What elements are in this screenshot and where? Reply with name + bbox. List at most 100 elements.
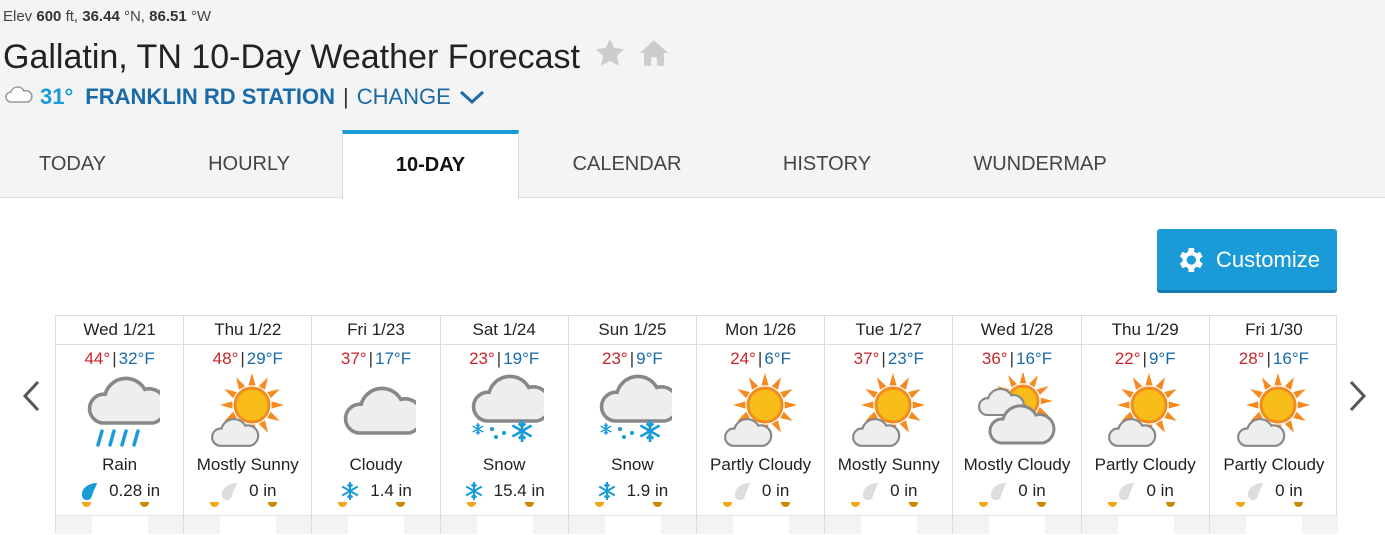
change-station-button[interactable]: CHANGE xyxy=(357,84,451,110)
gear-icon xyxy=(1174,244,1216,276)
day-high-temp: 44° xyxy=(84,349,111,368)
chevron-down-icon[interactable] xyxy=(459,89,485,105)
day-condition: Mostly Cloudy xyxy=(963,455,1071,474)
day-precip: 0 in xyxy=(825,477,952,505)
hourly-strip xyxy=(1209,515,1338,535)
day-date: Mon 1/26 xyxy=(697,316,825,345)
day-low-temp: 32°F xyxy=(118,349,155,368)
day-low-temp: 17°F xyxy=(375,349,412,368)
longitude-unit: °W xyxy=(190,8,212,25)
latitude-value: 36.44 xyxy=(82,8,120,25)
day-column[interactable]: Fri 1/23 37° | 17°F Cloudy 1.4 in xyxy=(312,316,441,535)
partly-cloudy-icon xyxy=(1210,371,1338,453)
day-precip: 0 in xyxy=(953,477,1080,505)
customize-label: Customize xyxy=(1216,246,1320,272)
day-column[interactable]: Thu 1/29 22° | 9°F Partly Cloudy 0 in xyxy=(1081,316,1210,535)
station-separator: | xyxy=(343,84,349,109)
current-temp: 31° xyxy=(40,84,74,109)
day-hi-lo: 23° | 19°F xyxy=(441,347,568,371)
day-precip: 0.28 in xyxy=(56,477,183,505)
sunset-marker xyxy=(268,502,278,507)
day-precip: 0 in xyxy=(697,477,824,505)
day-condition: Partly Cloudy xyxy=(1223,455,1325,474)
mostly-sunny-icon xyxy=(184,371,311,453)
station-name[interactable]: FRANKLIN RD STATION xyxy=(85,84,335,110)
next-arrow-icon[interactable] xyxy=(1347,378,1369,419)
hi-lo-separator: | xyxy=(1142,349,1147,368)
day-low-temp: 29°F xyxy=(246,349,283,368)
snowflake-icon xyxy=(340,481,360,501)
sunset-marker xyxy=(909,502,919,507)
hourly-strip-cell xyxy=(1117,516,1174,535)
tab-hourly[interactable]: HOURLY xyxy=(158,130,340,198)
sunrise-marker xyxy=(979,502,989,507)
hi-lo-separator: | xyxy=(496,349,502,368)
raindrop-gray-icon xyxy=(988,481,1008,501)
sunrise-marker xyxy=(1235,502,1245,507)
tab-calendar[interactable]: CALENDAR xyxy=(530,130,724,198)
day-precip-amount: 0 in xyxy=(1146,481,1174,500)
day-precip-amount: 0 in xyxy=(249,481,277,500)
day-date: Fri 1/23 xyxy=(312,316,440,345)
raindrop-gray-icon xyxy=(219,481,239,501)
day-column[interactable]: Tue 1/27 37° | 23°F Mostly Sunny 0 in xyxy=(825,316,954,535)
partly-cloudy-icon xyxy=(1082,371,1209,453)
prev-arrow-icon[interactable] xyxy=(20,378,42,419)
day-low-temp: 6°F xyxy=(764,349,791,368)
day-low-temp: 16°F xyxy=(1016,349,1053,368)
tab-10-day[interactable]: 10-DAY xyxy=(342,130,519,199)
latitude-unit: °N, xyxy=(123,8,145,25)
hi-lo-separator: | xyxy=(1009,349,1014,368)
cloudy-icon xyxy=(312,371,439,453)
day-precip: 1.9 in xyxy=(569,477,696,505)
hourly-strip xyxy=(953,515,1081,535)
tab-history[interactable]: HISTORY xyxy=(730,130,924,198)
mostly-cloudy-icon xyxy=(953,371,1080,453)
hourly-strip xyxy=(568,515,696,535)
day-high-temp: 23° xyxy=(602,349,628,368)
hi-lo-separator: | xyxy=(112,349,117,368)
day-column[interactable]: Sat 1/24 23° | 19°F Snow 15.4 in xyxy=(440,316,569,535)
snow-icon xyxy=(441,371,568,453)
day-column[interactable]: Thu 1/22 48° | 29°F Mostly Sunny 0 in xyxy=(184,316,313,535)
day-date: Thu 1/29 xyxy=(1081,316,1209,345)
day-date: Wed 1/28 xyxy=(953,316,1081,345)
ten-day-forecast-grid: Wed 1/21 44° | 32°F Rain 0.28 in Thu 1/22 … xyxy=(55,315,1338,535)
day-date: Wed 1/21 xyxy=(56,316,184,345)
day-column[interactable]: Mon 1/26 24° | 6°F Partly Cloudy 0 in xyxy=(697,316,826,535)
page-header: Elev 600 ft, 36.44 °N, 86.51 °W Gallatin… xyxy=(0,0,1385,199)
day-precip-amount: 0 in xyxy=(761,481,790,500)
day-precip: 0 in xyxy=(184,477,311,505)
sunset-marker xyxy=(524,502,534,507)
day-high-temp: 23° xyxy=(469,349,495,368)
day-date: Sun 1/25 xyxy=(568,316,696,345)
day-high-temp: 22° xyxy=(1114,349,1141,368)
day-hi-lo: 22° | 9°F xyxy=(1082,347,1209,371)
hourly-strip xyxy=(56,515,184,535)
tab-today[interactable]: TODAY xyxy=(0,130,145,198)
sunset-marker xyxy=(1037,502,1047,507)
sunrise-sunset-markers xyxy=(569,502,696,510)
hi-lo-separator: | xyxy=(757,349,763,368)
customize-button[interactable]: Customize xyxy=(1157,229,1337,290)
raindrop-gray-icon xyxy=(860,481,880,501)
tab-wundermap[interactable]: WUNDERMAP xyxy=(940,130,1140,198)
day-hi-lo: 48° | 29°F xyxy=(184,347,311,371)
day-column[interactable]: Wed 1/28 36° | 16°F Mostly Cloudy 0 in xyxy=(953,316,1082,535)
elev-label: Elev xyxy=(3,8,33,25)
day-condition: Mostly Sunny xyxy=(196,455,299,474)
day-condition: Cloudy xyxy=(349,455,403,474)
sunrise-sunset-markers xyxy=(953,502,1080,510)
day-column[interactable]: Fri 1/30 28° | 16°F Partly Cloudy 0 in xyxy=(1209,316,1338,535)
home-icon[interactable] xyxy=(636,36,672,79)
day-column[interactable]: Wed 1/21 44° | 32°F Rain 0.28 in xyxy=(56,316,185,535)
raindrop-gray-icon xyxy=(1116,481,1136,501)
star-icon[interactable] xyxy=(592,36,628,79)
sunrise-sunset-markers xyxy=(441,502,568,510)
hourly-strip-cell xyxy=(989,516,1046,535)
sunrise-sunset-markers xyxy=(56,502,183,510)
sunrise-marker xyxy=(723,502,732,507)
day-column[interactable]: Sun 1/25 23° | 9°F Snow 1.9 in xyxy=(568,316,697,535)
sunset-marker xyxy=(781,502,790,507)
mostly-sunny-icon xyxy=(825,371,952,453)
